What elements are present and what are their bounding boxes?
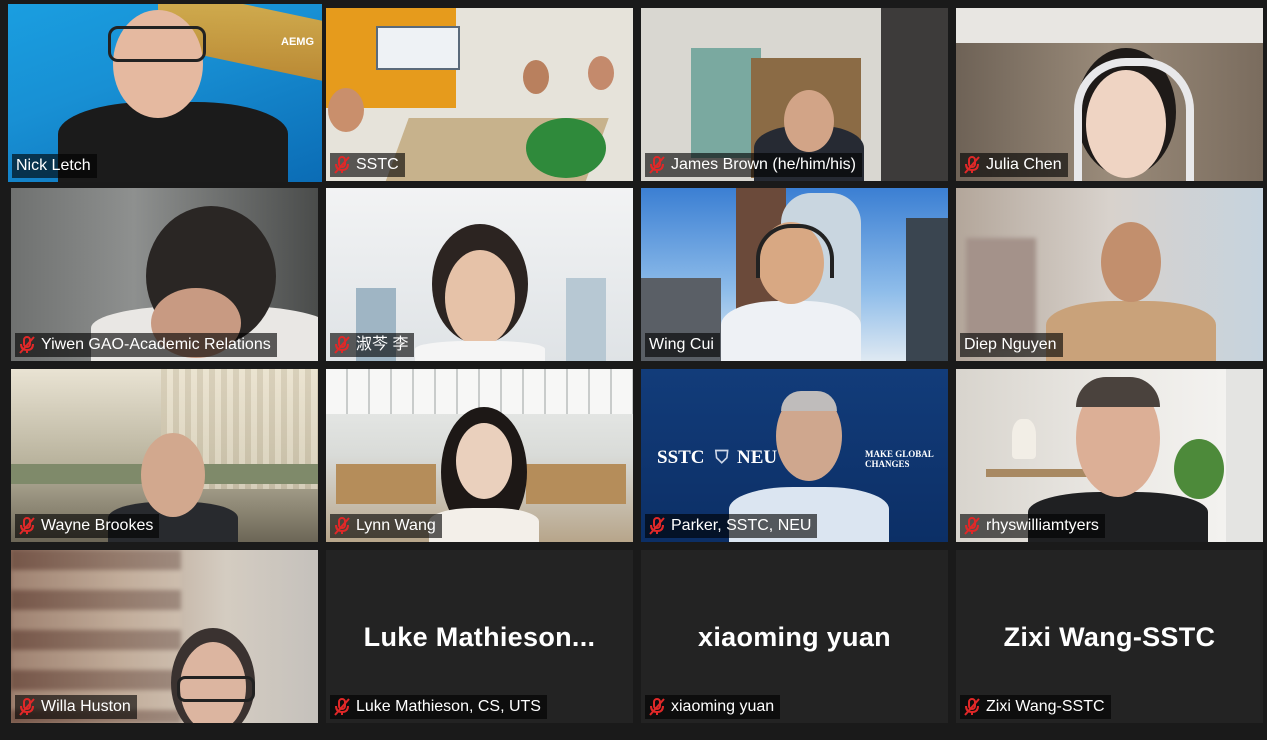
participant-nametag: Diep Nguyen (960, 333, 1063, 357)
participant-tile-james-brown[interactable]: James Brown (he/him/his) (641, 8, 948, 181)
participant-name: 淑芩 李 (356, 336, 409, 353)
participant-tile-rhyswilliamtyers[interactable]: rhyswilliamtyers (956, 369, 1263, 542)
participant-name: Zixi Wang-SSTC (986, 698, 1105, 715)
participant-nametag: Julia Chen (960, 153, 1068, 177)
participant-name: xiaoming yuan (671, 698, 775, 715)
participant-nametag: xiaoming yuan (645, 695, 781, 719)
mic-muted-icon (19, 698, 35, 716)
participant-tile-nick-letch[interactable]: AEMG Nick Letch (8, 4, 322, 182)
participant-nametag: Wayne Brookes (15, 514, 160, 538)
mic-muted-icon (334, 698, 350, 716)
participant-nametag: SSTC (330, 153, 405, 177)
participant-name: Willa Huston (41, 698, 131, 715)
slogan-line-1: MAKE GLOBAL (865, 449, 934, 459)
participant-tile-diep-nguyen[interactable]: Diep Nguyen (956, 188, 1263, 361)
participant-tile-parker[interactable]: SSTC ⛉ NEU MAKE GLOBAL CHANGES Parker, S… (641, 369, 948, 542)
participant-nametag: rhyswilliamtyers (960, 514, 1105, 538)
participant-name: Julia Chen (986, 156, 1062, 173)
participant-nametag: Nick Letch (12, 154, 97, 178)
participant-name: Yiwen GAO-Academic Relations (41, 336, 271, 353)
video-off-name: Luke Mathieson... (363, 622, 596, 652)
mic-muted-icon (649, 517, 665, 535)
participant-tile-shuqin-li[interactable]: 淑芩 李 (326, 188, 633, 361)
participant-tile-luke-mathieson[interactable]: Luke Mathieson... Luke Mathieson, CS, UT… (326, 550, 633, 723)
participant-nametag: 淑芩 李 (330, 333, 415, 357)
mic-muted-icon (964, 156, 980, 174)
participant-name: Diep Nguyen (964, 336, 1057, 353)
participant-tile-xiaoming-yuan[interactable]: xiaoming yuan xiaoming yuan (641, 550, 948, 723)
participant-name: James Brown (he/him/his) (671, 156, 856, 173)
participant-nametag: Willa Huston (15, 695, 137, 719)
mic-muted-icon (334, 517, 350, 535)
participant-nametag: Yiwen GAO-Academic Relations (15, 333, 277, 357)
participant-name: Wing Cui (649, 336, 714, 353)
participant-tile-lynn-wang[interactable]: Lynn Wang (326, 369, 633, 542)
participant-name: Lynn Wang (356, 517, 436, 534)
participant-tile-julia-chen[interactable]: Julia Chen (956, 8, 1263, 181)
participant-nametag: Wing Cui (645, 333, 720, 357)
participant-name: Luke Mathieson, CS, UTS (356, 698, 541, 715)
mic-muted-icon (334, 156, 350, 174)
participant-nametag: Luke Mathieson, CS, UTS (330, 695, 547, 719)
participant-tile-wayne-brookes[interactable]: Wayne Brookes (11, 369, 318, 542)
participant-tile-sstc[interactable]: SSTC (326, 8, 633, 181)
participant-tile-wing-cui[interactable]: Wing Cui (641, 188, 948, 361)
participant-name: SSTC (356, 156, 399, 173)
slogan-line-2: CHANGES (865, 459, 910, 469)
participant-nametag: James Brown (he/him/his) (645, 153, 862, 177)
participant-name: Parker, SSTC, NEU (671, 517, 812, 534)
participant-nametag: Parker, SSTC, NEU (645, 514, 818, 538)
participant-nametag: Zixi Wang-SSTC (960, 695, 1111, 719)
participant-tile-yiwen-gao[interactable]: Yiwen GAO-Academic Relations (11, 188, 318, 361)
mic-muted-icon (334, 336, 350, 354)
participant-name: Wayne Brookes (41, 517, 154, 534)
video-off-name: xiaoming yuan (698, 622, 891, 652)
mic-muted-icon (964, 517, 980, 535)
mic-muted-icon (649, 698, 665, 716)
mic-muted-icon (649, 156, 665, 174)
participant-tile-willa-huston[interactable]: Willa Huston (11, 550, 318, 723)
participant-name: Nick Letch (16, 157, 91, 174)
sstc-logo: SSTC (657, 447, 705, 468)
mic-muted-icon (19, 517, 35, 535)
mic-muted-icon (964, 698, 980, 716)
participant-nametag: Lynn Wang (330, 514, 442, 538)
video-off-name: Zixi Wang-SSTC (1003, 622, 1216, 652)
aemg-logo: AEMG (281, 36, 314, 48)
mic-muted-icon (19, 336, 35, 354)
participant-tile-zixi-wang[interactable]: Zixi Wang-SSTC Zixi Wang-SSTC (956, 550, 1263, 723)
participant-name: rhyswilliamtyers (986, 517, 1099, 534)
neu-logo: NEU (737, 447, 778, 468)
